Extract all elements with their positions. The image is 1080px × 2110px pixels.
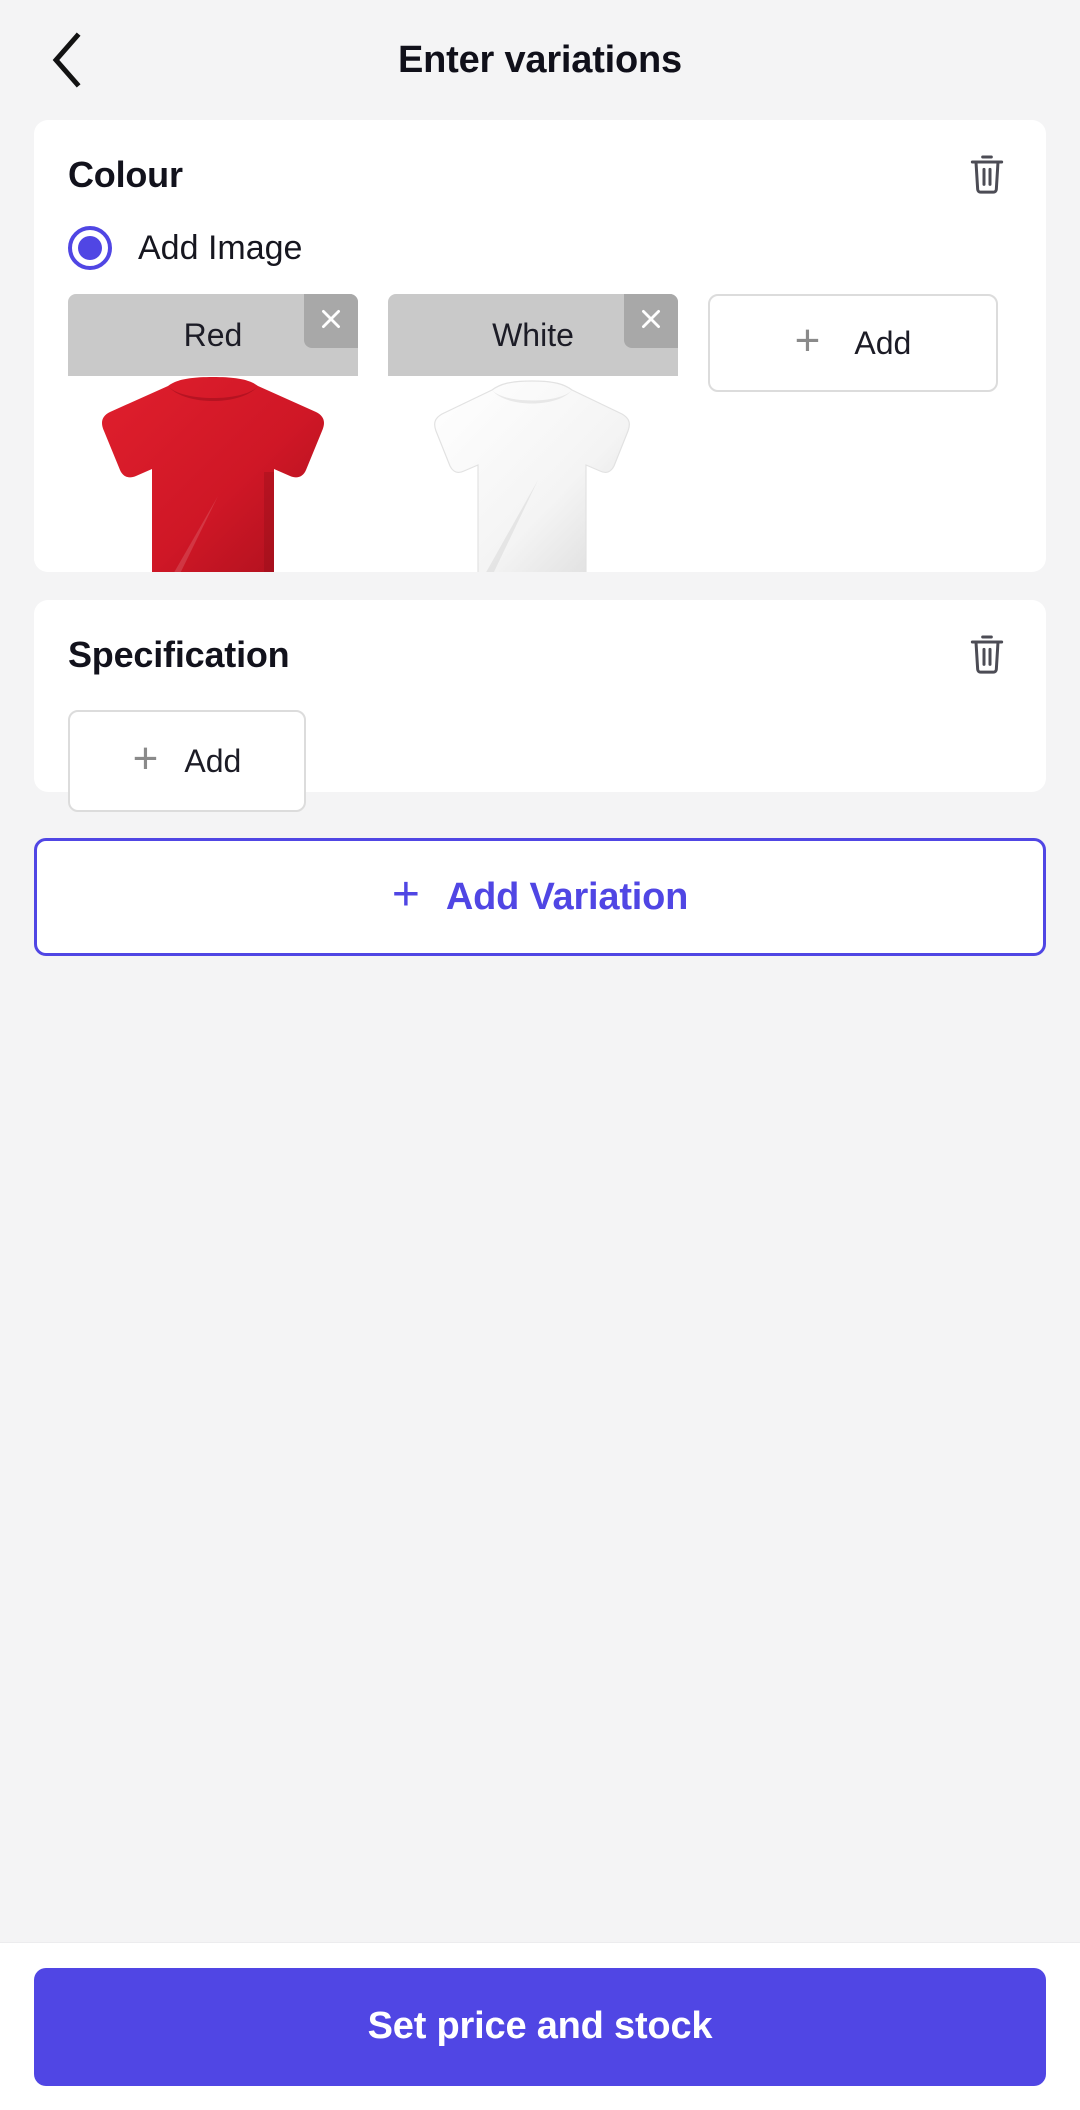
radio-dot [78, 236, 102, 260]
close-icon [638, 306, 664, 337]
back-button[interactable] [30, 24, 102, 96]
add-colour-button[interactable]: + Add [708, 294, 998, 392]
variant-label: White [492, 316, 574, 353]
page-title: Enter variations [397, 38, 682, 81]
chevron-left-icon [49, 32, 83, 88]
delete-specification-button[interactable] [960, 630, 1014, 684]
colour-variants-row: Red White + Add [34, 270, 1046, 572]
app-header: Enter variations [0, 0, 1080, 120]
add-variation-button[interactable]: + Add Variation [34, 838, 1046, 956]
set-price-and-stock-button[interactable]: Set price and stock [34, 1967, 1046, 2086]
variant-label: Red [183, 316, 243, 353]
close-icon [318, 306, 344, 337]
bottom-action-bar: Set price and stock [0, 1942, 1080, 2110]
add-image-option-row[interactable]: Add Image [34, 204, 1046, 270]
remove-variant-white-button[interactable] [624, 294, 678, 348]
specification-card-header: Specification [34, 600, 1046, 684]
plus-icon: + [391, 867, 420, 921]
trash-icon [967, 153, 1007, 202]
plus-icon: + [132, 734, 159, 783]
trash-icon [967, 633, 1007, 682]
colour-variation-card: Colour Add Image Red White + Add [34, 120, 1046, 572]
variant-chip-red[interactable]: Red [68, 294, 358, 376]
add-variation-label: Add Variation [445, 875, 689, 918]
specification-card-title: Specification [68, 634, 290, 675]
colour-card-header: Colour [34, 120, 1046, 204]
delete-colour-button[interactable] [960, 150, 1014, 204]
set-price-and-stock-label: Set price and stock [367, 2005, 713, 2047]
radio-selected-icon[interactable] [68, 226, 112, 270]
add-image-option-label: Add Image [138, 228, 303, 267]
variant-chip-white[interactable]: White [388, 294, 678, 376]
add-colour-label: Add [854, 324, 912, 361]
variant-image-white[interactable] [388, 376, 678, 572]
remove-variant-red-button[interactable] [304, 294, 358, 348]
plus-icon: + [794, 316, 821, 365]
specification-card: Specification + Add [34, 600, 1046, 812]
image-bleed-artifact [34, 510, 124, 572]
add-specification-button[interactable]: + Add [68, 710, 306, 812]
add-specification-label: Add [184, 742, 242, 779]
variant-item: White [388, 294, 678, 572]
colour-card-title: Colour [68, 154, 183, 195]
